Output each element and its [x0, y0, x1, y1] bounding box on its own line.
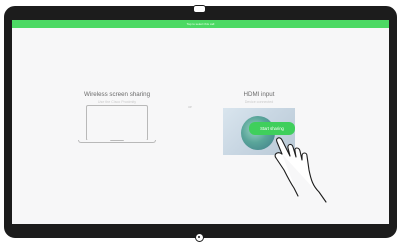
wireless-sharing-title: Wireless screen sharing: [83, 91, 151, 98]
touch-screen: Tap to select this call: [12, 20, 389, 224]
hdmi-input-subtitle: Device connected: [244, 100, 274, 104]
or-separator: or: [188, 104, 192, 109]
status-bar[interactable]: Tap to select this call: [12, 20, 389, 28]
hdmi-input-title: HDMI input: [243, 91, 275, 98]
status-bar-text: Tap to select this call: [186, 22, 215, 26]
laptop-icon: [86, 105, 148, 141]
camera-icon: [193, 5, 206, 13]
pointing-hand-icon: [274, 137, 327, 203]
home-button[interactable]: [195, 233, 204, 242]
